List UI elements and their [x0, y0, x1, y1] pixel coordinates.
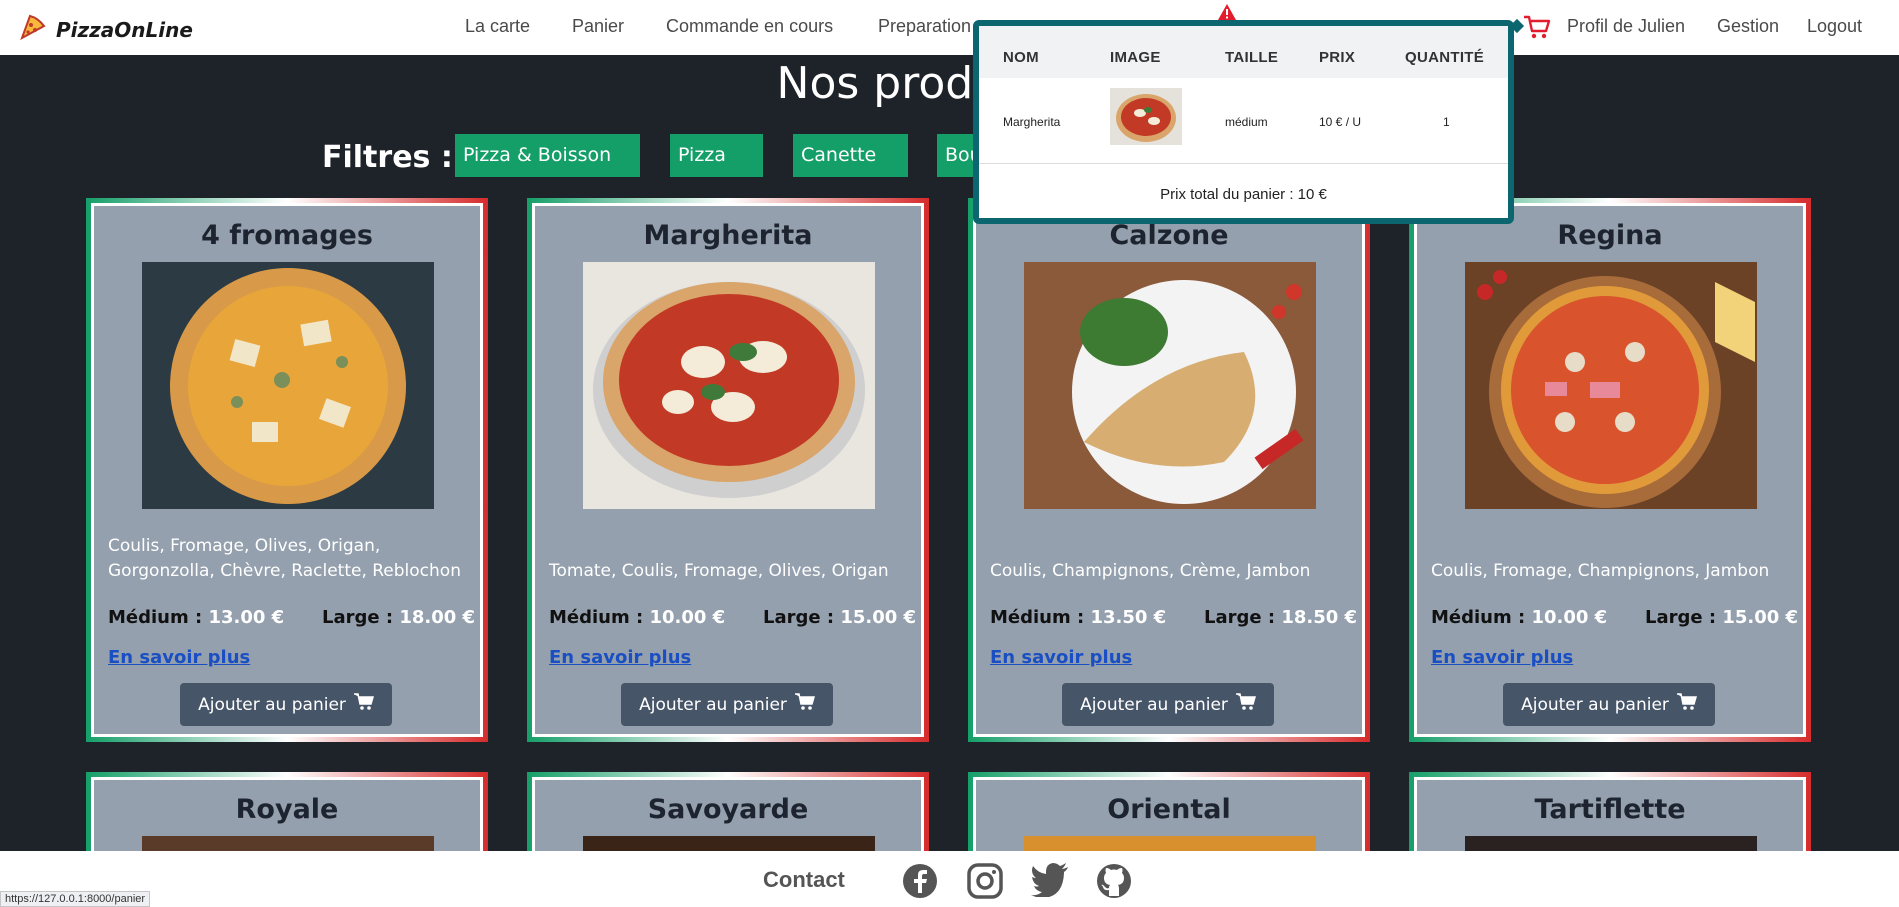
cart-popup: NOM IMAGE TAILLE PRIX QUANTITÉ Margherit… [973, 20, 1514, 224]
product-name: Tartiflette [1534, 794, 1686, 825]
add-to-cart-button[interactable]: Ajouter au panier [621, 683, 833, 726]
add-to-cart-label: Ajouter au panier [1521, 694, 1669, 715]
more-info-link[interactable]: En savoir plus [990, 647, 1132, 668]
shopping-cart-icon [1235, 693, 1256, 716]
add-to-cart-button[interactable]: Ajouter au panier [1503, 683, 1715, 726]
shopping-cart-icon [353, 693, 374, 716]
price-medium: Médium : 13.00 € [108, 607, 285, 628]
add-to-cart-label: Ajouter au panier [639, 694, 787, 715]
product-image[interactable] [142, 262, 434, 509]
cart-header-taille: TAILLE [1225, 49, 1279, 66]
add-to-cart-label: Ajouter au panier [1080, 694, 1228, 715]
nav-preparation[interactable]: Preparation [878, 16, 971, 37]
cart-item-name: Margherita [1003, 115, 1061, 129]
cart-header-quantite: QUANTITÉ [1405, 49, 1485, 66]
cart-total: Prix total du panier : 10 € [1160, 186, 1327, 203]
product-image[interactable] [583, 262, 875, 509]
product-description: Coulis, Champignons, Crème, Jambon [990, 561, 1311, 581]
cart-item-size: médium [1225, 115, 1268, 129]
product-name: Calzone [1109, 220, 1229, 251]
price-large: Large : 18.50 € [1204, 607, 1358, 628]
product-description: Coulis, Fromage, Champignons, Jambon [1431, 561, 1770, 581]
shopping-cart-icon [1676, 693, 1697, 716]
status-bar-url: https://127.0.0.1:8000/panier [0, 891, 151, 907]
github-icon[interactable] [1096, 863, 1132, 904]
cart-item-price: 10 € / U [1319, 115, 1362, 129]
page-title: Nos produits [776, 58, 1054, 109]
instagram-icon[interactable] [967, 863, 1003, 904]
price-large: Large : 18.00 € [322, 607, 476, 628]
cart-item-quantity: 1 [1443, 115, 1450, 129]
cart-header-nom: NOM [1003, 49, 1039, 66]
price-medium: Médium : 10.00 € [549, 607, 726, 628]
product-card: Margherita Tomate, Coulis, Fromage, Oliv… [527, 198, 929, 742]
footer: Contact [0, 851, 1899, 907]
product-name: Royale [235, 794, 339, 825]
cart-item-image [1110, 88, 1182, 145]
nav-la-carte[interactable]: La carte [465, 16, 530, 37]
brand[interactable]: PizzaOnLine [18, 12, 193, 47]
brand-name: PizzaOnLine [56, 17, 193, 42]
contact-label: Contact [763, 867, 845, 892]
pizza-logo-icon [18, 12, 48, 47]
cart-table-header: NOM IMAGE TAILLE PRIX QUANTITÉ [979, 26, 1508, 78]
price-large: Large : 15.00 € [763, 607, 917, 628]
product-name: Oriental [1107, 794, 1231, 825]
cart-divider [979, 163, 1508, 164]
product-card: Savoyarde [527, 772, 929, 876]
more-info-link[interactable]: En savoir plus [1431, 647, 1573, 668]
product-name: 4 fromages [201, 220, 373, 251]
more-info-link[interactable]: En savoir plus [549, 647, 691, 668]
facebook-icon[interactable] [902, 863, 938, 904]
price-large: Large : 15.00 € [1645, 607, 1799, 628]
price-medium: Médium : 10.00 € [1431, 607, 1608, 628]
nav-gestion[interactable]: Gestion [1717, 16, 1779, 37]
filter-pizza[interactable]: Pizza [670, 134, 763, 177]
nav-panier[interactable]: Panier [572, 16, 624, 37]
filter-canette[interactable]: Canette [793, 134, 908, 177]
product-card: Regina Coulis, Fromage, Champignons, Jam… [1409, 198, 1811, 742]
price-medium: Médium : 13.50 € [990, 607, 1167, 628]
product-name: Savoyarde [647, 794, 809, 825]
product-description: Coulis, Fromage, Olives, Origan, Gorgonz… [108, 536, 461, 581]
product-name: Margherita [643, 220, 813, 251]
add-to-cart-label: Ajouter au panier [198, 694, 346, 715]
shopping-cart-icon [794, 693, 815, 716]
filter-pizza-boisson[interactable]: Pizza & Boisson [455, 134, 640, 177]
product-name: Regina [1557, 220, 1663, 251]
filters-label: Filtres : [322, 140, 453, 175]
nav-logout[interactable]: Logout [1807, 16, 1862, 37]
navbar: PizzaOnLine La carte Panier Commande en … [0, 0, 1899, 55]
cart-icon[interactable] [1523, 14, 1551, 45]
twitter-icon[interactable] [1031, 863, 1069, 902]
add-to-cart-button[interactable]: Ajouter au panier [1062, 683, 1274, 726]
nav-commande-en-cours[interactable]: Commande en cours [666, 16, 833, 37]
add-to-cart-button[interactable]: Ajouter au panier [180, 683, 392, 726]
product-card: Tartiflette [1409, 772, 1811, 876]
product-card: Calzone Coulis, Champignons, Crème, Jamb… [968, 198, 1370, 742]
nav-profil[interactable]: Profil de Julien [1567, 16, 1685, 37]
cart-header-image: IMAGE [1110, 49, 1161, 66]
cart-header-prix: PRIX [1319, 49, 1356, 66]
product-card: 4 fromages Coulis, Fromage, Olives, Orig… [86, 198, 488, 742]
more-info-link[interactable]: En savoir plus [108, 647, 250, 668]
product-card: Oriental [968, 772, 1370, 876]
product-card: Royale [86, 772, 488, 876]
product-image[interactable] [1024, 262, 1316, 509]
product-image[interactable] [1465, 262, 1757, 509]
product-description: Tomate, Coulis, Fromage, Olives, Origan [549, 561, 889, 581]
